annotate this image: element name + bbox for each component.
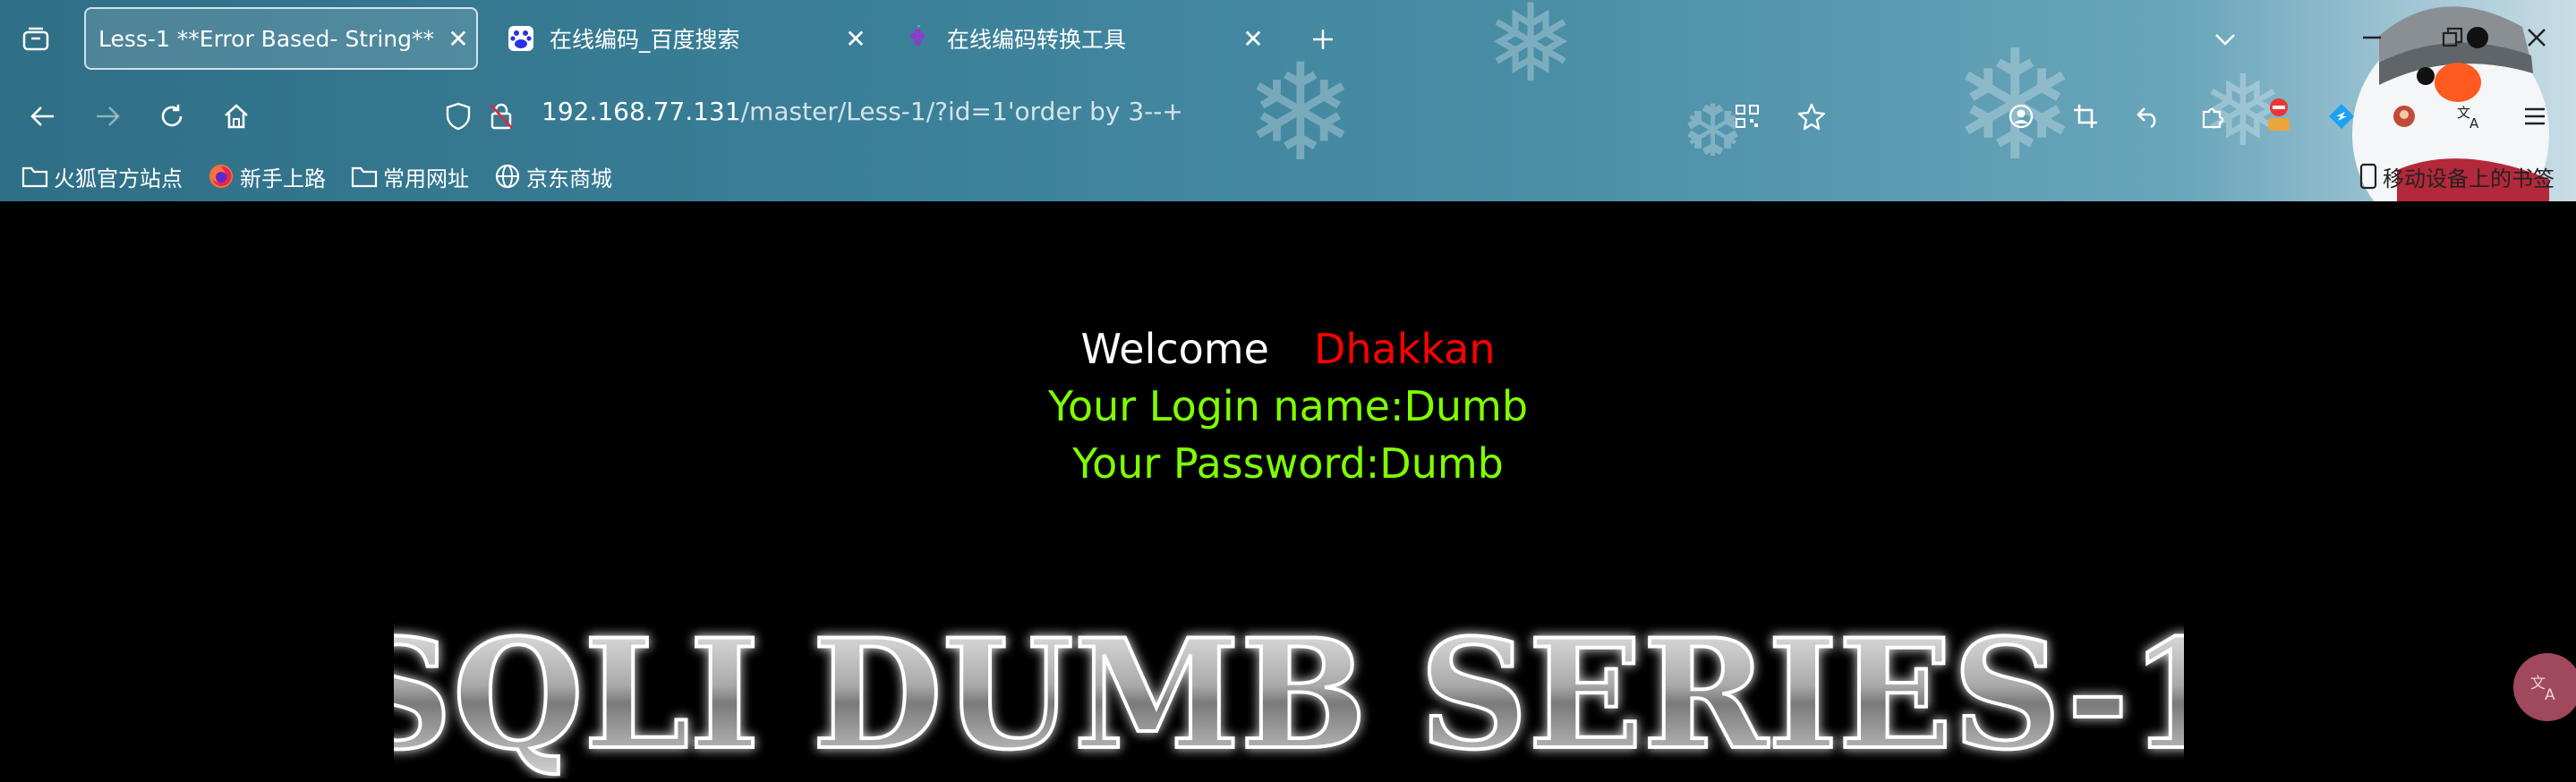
- banner-text: SQLI DUMB SERIES-1: [394, 613, 2184, 778]
- new-tab-button[interactable]: [1303, 20, 1343, 59]
- restore-icon: [2442, 27, 2463, 47]
- shield-icon: [446, 102, 471, 131]
- reload-icon: [161, 105, 183, 127]
- account-button[interactable]: [2001, 97, 2041, 136]
- url-path: /master/Less-1/?id=1'order by 3--+: [740, 97, 1183, 126]
- close-tab-icon[interactable]: ✕: [1235, 24, 1271, 54]
- bookmark-label: 常用网址: [383, 166, 469, 191]
- insecure-connection-button[interactable]: [482, 97, 521, 136]
- svg-text:文: 文: [2530, 675, 2546, 693]
- close-icon: [2528, 29, 2546, 47]
- screenshot-button[interactable]: [2066, 97, 2105, 136]
- reload-button[interactable]: [152, 97, 192, 136]
- password-text: Your Password:Dumb: [1072, 439, 1504, 488]
- arrow-right-icon: [97, 106, 120, 126]
- home-button[interactable]: [217, 97, 256, 136]
- tab-less-1[interactable]: Less-1 **Error Based- String** ✕: [84, 7, 478, 70]
- bookmarks-toolbar: 火狐官方站点 新手上路 常用网址 京东商城 移动设备上的书签: [0, 152, 2576, 201]
- translate-icon: 文A: [2530, 675, 2555, 702]
- tracking-protection-button[interactable]: [439, 97, 478, 136]
- adblock-extension-button[interactable]: [2257, 91, 2300, 138]
- folder-icon: [21, 166, 48, 188]
- login-name-text: Your Login name:Dumb: [1047, 382, 1529, 430]
- firefox-icon: [209, 165, 233, 188]
- bookmark-star-button[interactable]: [1792, 97, 1831, 136]
- proxy-extension-button[interactable]: [2322, 97, 2361, 136]
- url-text[interactable]: 192.168.77.131/master/Less-1/?id=1'order…: [542, 97, 1183, 126]
- insecure-lock-icon: [490, 103, 513, 130]
- close-tab-icon[interactable]: ✕: [838, 24, 874, 54]
- undo-icon: [2137, 107, 2156, 129]
- translate-icon: 文A: [2457, 105, 2479, 130]
- bookmark-label: 火狐官方站点: [54, 166, 183, 191]
- bookmark-item[interactable]: 新手上路: [208, 160, 326, 192]
- tab-label: 在线编码_百度搜索: [550, 27, 740, 53]
- extensions-button[interactable]: [2193, 97, 2232, 136]
- bookmark-label: 新手上路: [240, 166, 326, 191]
- username-text: Dhakkan: [1313, 325, 1496, 373]
- minimize-icon: [2363, 36, 2381, 39]
- qr-code-button[interactable]: [1727, 97, 1767, 136]
- account-icon: [2009, 104, 2034, 129]
- bookmark-label: 京东商城: [526, 166, 612, 191]
- back-button[interactable]: [23, 97, 63, 136]
- undo-button[interactable]: [2128, 97, 2168, 136]
- puzzle-icon: [2202, 107, 2224, 129]
- close-window-button[interactable]: [2519, 20, 2555, 55]
- tab-strip: Less-1 **Error Based- String** ✕ 在线编码_百度…: [0, 0, 2576, 79]
- page-content: Welcome Dhakkan Your Login name:Dumb Your…: [0, 201, 2576, 782]
- url-host: 192.168.77.131: [542, 97, 741, 126]
- grape-icon: [902, 22, 934, 55]
- list-all-tabs-button[interactable]: [2207, 21, 2243, 57]
- close-tab-icon[interactable]: ✕: [440, 24, 476, 54]
- svg-text:文: 文: [2457, 105, 2470, 121]
- app-menu-button[interactable]: [2515, 97, 2555, 136]
- tab-encoding-tool[interactable]: 在线编码转换工具 ✕: [886, 7, 1271, 70]
- globe-icon: [495, 164, 520, 189]
- tab-overview-button[interactable]: [16, 20, 55, 59]
- chevron-down-icon: [2215, 34, 2235, 46]
- minimize-button[interactable]: [2354, 20, 2390, 55]
- restore-button[interactable]: [2435, 20, 2470, 55]
- navigation-toolbar: 192.168.77.131/master/Less-1/?id=1'order…: [0, 79, 2576, 152]
- folder-icon: [351, 166, 378, 188]
- crop-icon: [2074, 105, 2097, 128]
- welcome-text: Welcome: [1080, 325, 1269, 373]
- mobile-bookmarks-label: 移动设备上的书签: [2383, 166, 2555, 191]
- address-bar[interactable]: 192.168.77.131/master/Less-1/?id=1'order…: [430, 79, 1826, 152]
- extension-avatar-icon: [2393, 106, 2415, 127]
- bookmark-item[interactable]: 火狐官方站点: [21, 160, 183, 192]
- tab-label: 在线编码转换工具: [947, 27, 1127, 53]
- star-icon: [1797, 103, 1826, 131]
- bookmark-item[interactable]: 京东商城: [494, 160, 612, 192]
- page-translate-button[interactable]: 文A: [2513, 653, 2576, 721]
- mobile-device-icon: [2359, 163, 2377, 190]
- plus-icon: [1313, 30, 1333, 49]
- sqli-dumb-series-banner: SQLI DUMB SERIES-1: [342, 604, 2235, 782]
- tab-baidu-search[interactable]: 在线编码_百度搜索 ✕: [489, 7, 874, 70]
- baidu-icon: [505, 22, 537, 55]
- mobile-bookmarks[interactable]: 移动设备上的书签: [2359, 160, 2555, 192]
- tab-label: Less-1 **Error Based- String**: [98, 25, 434, 52]
- tab-overview-icon: [22, 27, 49, 51]
- extension-button[interactable]: [2384, 97, 2424, 136]
- svg-text:A: A: [2545, 686, 2555, 702]
- welcome-message: Welcome Dhakkan: [0, 325, 2576, 373]
- adblock-icon: [2268, 98, 2290, 131]
- browser-chrome: ❄ ❅ ❄ ❆ ❅ Less-1 **Error Based- String**…: [0, 0, 2576, 201]
- svg-text:A: A: [2469, 115, 2479, 130]
- forward-button[interactable]: [88, 97, 127, 136]
- bookmark-item[interactable]: 常用网址: [351, 160, 469, 192]
- arrow-left-icon: [30, 106, 54, 126]
- proxy-icon: [2329, 104, 2354, 129]
- home-icon: [225, 104, 248, 129]
- qr-code-icon: [1736, 105, 1759, 128]
- hamburger-menu-icon: [2525, 107, 2545, 125]
- translate-button[interactable]: 文A: [2451, 97, 2490, 136]
